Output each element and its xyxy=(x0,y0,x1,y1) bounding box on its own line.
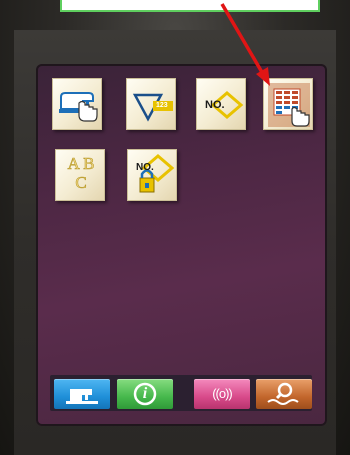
number-lock-label: NO. xyxy=(136,162,154,173)
search-button[interactable] xyxy=(256,379,312,409)
pattern-list-hand-icon xyxy=(268,83,310,127)
triangle-counter-icon xyxy=(132,93,173,122)
info-button[interactable]: i xyxy=(117,379,173,409)
abc-letters-button[interactable]: A B C xyxy=(55,149,105,201)
sewing-machine-hand-button[interactable] xyxy=(52,78,102,130)
sewing-mode-button[interactable] xyxy=(54,379,110,409)
sewing-machine-hand-icon xyxy=(59,92,98,122)
number-pattern-button[interactable]: NO. xyxy=(196,78,246,130)
sewing-machine-icon xyxy=(66,389,98,404)
number-pattern-label: NO. xyxy=(205,99,225,111)
info-label: i xyxy=(142,385,148,402)
signal-button[interactable]: ((o)) xyxy=(194,379,250,409)
pattern-list-hand-button[interactable] xyxy=(263,78,313,130)
signal-waves-icon: ((o)) xyxy=(212,386,233,401)
highlight-banner xyxy=(60,0,320,12)
triangle-counter-button[interactable]: 123 xyxy=(126,78,176,130)
triangle-counter-label: 123 xyxy=(156,102,168,109)
abc-letters-label: A B C xyxy=(67,154,95,193)
number-lock-button[interactable]: NO. xyxy=(127,149,177,201)
number-lock-icon xyxy=(139,154,175,193)
search-icon xyxy=(267,382,299,405)
